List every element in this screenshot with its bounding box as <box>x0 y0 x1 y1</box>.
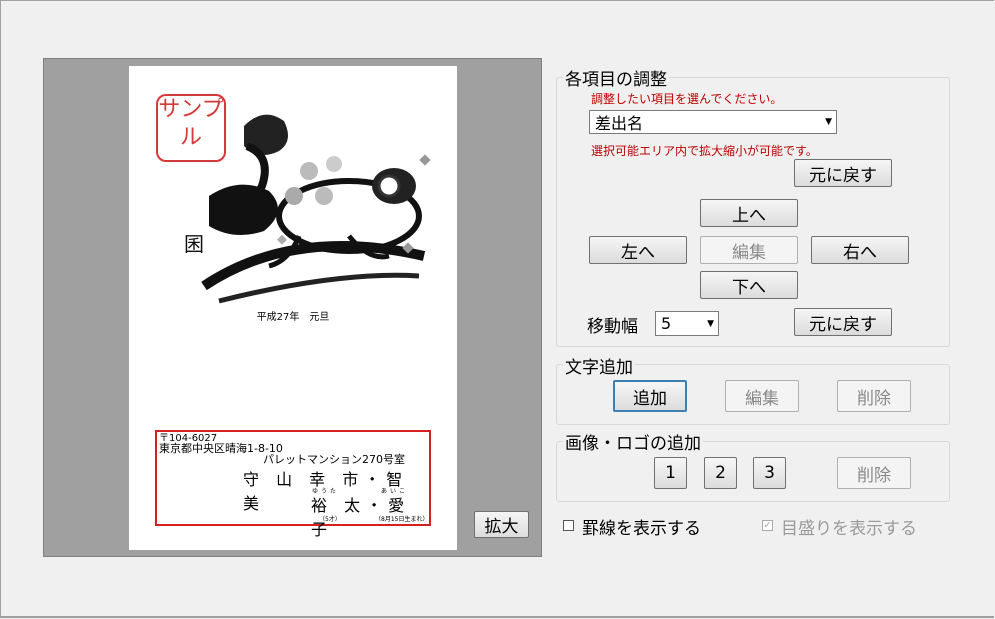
move-right-button[interactable]: 右へ <box>811 236 909 264</box>
show-lines-checkbox[interactable] <box>563 520 574 531</box>
adjust-hint2: 選択可能エリア内で拡大縮小が可能です。 <box>591 144 818 158</box>
image-slot-1-button[interactable]: 1 <box>654 457 687 489</box>
move-left-button[interactable]: 左へ <box>589 236 687 264</box>
date-line: 平成27年 元旦 <box>256 312 330 323</box>
sample-stamp: サンプル <box>156 94 226 162</box>
preview-panel: 囷 サンプル 平成27年 元旦 〒104-6027 東京都中央区晴海1-8-10… <box>43 58 542 557</box>
show-ruler-checkbox[interactable]: ✓ <box>762 520 773 531</box>
reset-size-button[interactable]: 元に戻す <box>794 159 892 187</box>
adjust-hint: 調整したい項目を選んでください。 <box>591 92 783 106</box>
delete-text-button[interactable]: 削除 <box>837 380 911 412</box>
move-down-button[interactable]: 下へ <box>700 271 798 299</box>
birth-note: （8月15日生まれ） <box>375 516 429 523</box>
move-up-button[interactable]: 上へ <box>700 199 798 227</box>
reset-position-button[interactable]: 元に戻す <box>794 308 892 336</box>
chevron-down-icon: ▼ <box>825 117 832 127</box>
step-select-value: 5 <box>661 314 672 333</box>
show-lines-label[interactable]: 罫線を表示する <box>582 514 701 539</box>
zoom-button[interactable]: 拡大 <box>474 511 529 538</box>
item-select[interactable]: 差出名 ▼ <box>589 110 837 134</box>
edit-text-button[interactable]: 編集 <box>725 380 799 412</box>
step-label: 移動幅 <box>587 317 638 337</box>
show-ruler-label: 目盛りを表示する <box>781 519 917 539</box>
adjust-group-title: 各項目の調整 <box>563 65 669 90</box>
image-slot-3-button[interactable]: 3 <box>753 457 786 489</box>
item-select-value: 差出名 <box>595 114 644 133</box>
add-text-button[interactable]: 追加 <box>613 380 687 412</box>
postcard-preview: 囷 サンプル 平成27年 元旦 〒104-6027 東京都中央区晴海1-8-10… <box>129 66 457 550</box>
image-add-title: 画像・ロゴの追加 <box>563 429 703 454</box>
svg-text:囷: 囷 <box>184 232 204 256</box>
address-line2: パレットマンション270号室 <box>263 453 405 466</box>
age-note: （5才） <box>319 516 341 523</box>
delete-image-button[interactable]: 削除 <box>837 457 911 489</box>
sender-address-box[interactable]: 〒104-6027 東京都中央区晴海1-8-10 パレットマンション270号室 … <box>155 430 431 539</box>
edit-item-button[interactable]: 編集 <box>700 236 798 264</box>
image-slot-2-button[interactable]: 2 <box>704 457 737 489</box>
step-select[interactable]: 5 ▼ <box>655 311 719 336</box>
text-add-title: 文字追加 <box>563 353 635 378</box>
chevron-down-icon: ▼ <box>707 318 714 329</box>
